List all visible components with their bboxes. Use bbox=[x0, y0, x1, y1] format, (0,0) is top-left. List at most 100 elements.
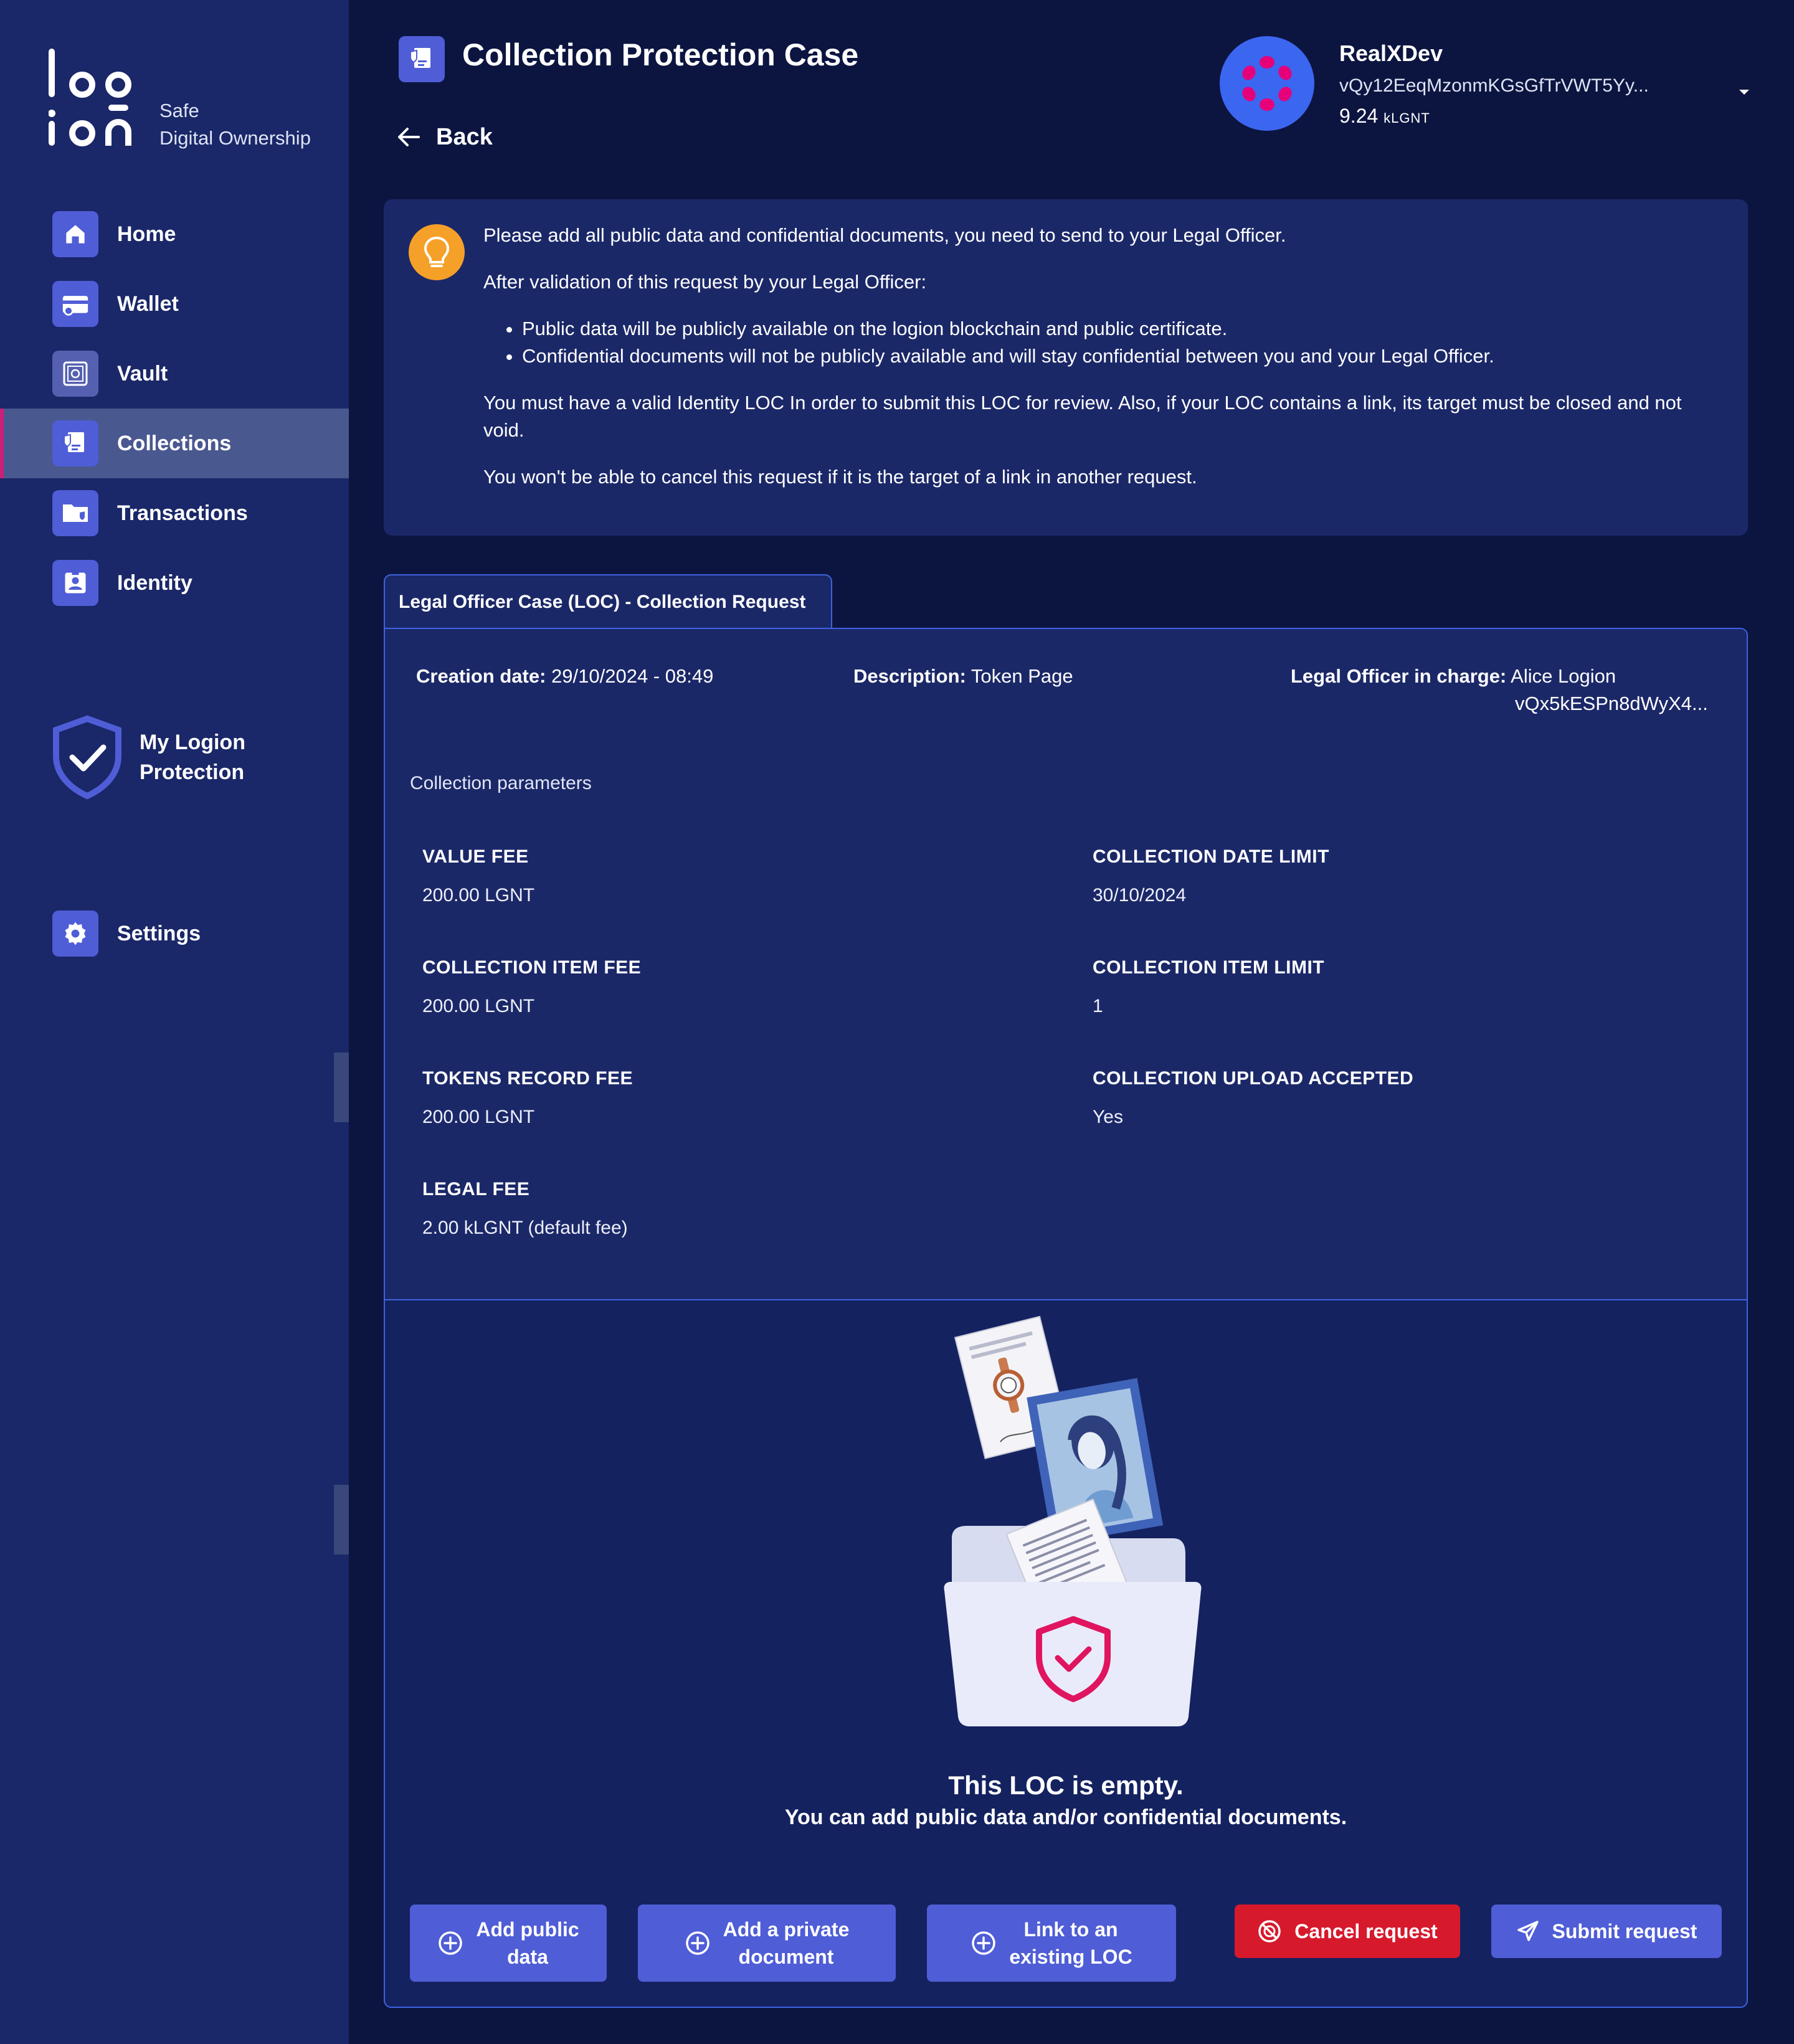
sidebar-scrollbar-thumb-lower[interactable] bbox=[334, 1485, 349, 1554]
sidebar-item-home[interactable]: Home bbox=[0, 199, 349, 269]
sidebar-item-settings[interactable]: Settings bbox=[0, 899, 349, 968]
info-paragraph: After validation of this request by your… bbox=[483, 271, 927, 293]
logo-tagline: Safe Digital Ownership bbox=[159, 97, 311, 152]
add-public-data-button[interactable]: Add public data bbox=[410, 1904, 607, 1982]
info-bullet: Confidential documents will not be publi… bbox=[522, 343, 1704, 370]
shield-check-icon bbox=[51, 715, 123, 803]
sidebar-item-label: Collections bbox=[117, 431, 232, 455]
my-logion-protection-link[interactable]: My Logion Protection bbox=[140, 727, 245, 787]
button-label: Link to an existing LOC bbox=[1009, 1916, 1132, 1971]
param-value: 1 bbox=[1093, 996, 1103, 1016]
arrow-left-icon bbox=[398, 128, 420, 146]
plus-circle-icon bbox=[685, 1931, 710, 1955]
collection-case-icon bbox=[399, 36, 445, 82]
protection-line2: Protection bbox=[140, 760, 245, 784]
button-label-line1: Add public bbox=[476, 1918, 579, 1941]
param-label: COLLECTION ITEM FEE bbox=[422, 957, 642, 978]
sidebar-item-label: Identity bbox=[117, 570, 192, 595]
description-value: Token Page bbox=[971, 665, 1073, 687]
button-label-line1: Link to an bbox=[1023, 1918, 1118, 1941]
empty-loc-subtitle: You can add public data and/or confident… bbox=[784, 1805, 1347, 1829]
description: Description: Token Page bbox=[853, 663, 1073, 690]
param-value: 2.00 kLGNT (default fee) bbox=[422, 1218, 628, 1238]
creation-date-value: 29/10/2024 - 08:49 bbox=[551, 665, 714, 687]
send-icon bbox=[1517, 1921, 1539, 1941]
button-label: Add public data bbox=[476, 1916, 579, 1971]
info-paragraph: You must have a valid Identity LOC In or… bbox=[483, 392, 1682, 441]
button-label-line2: data bbox=[507, 1946, 548, 1968]
back-button[interactable]: Back bbox=[396, 118, 493, 156]
empty-loc-title: This LOC is empty. bbox=[948, 1771, 1184, 1800]
param-label: VALUE FEE bbox=[422, 846, 529, 867]
plus-circle-icon bbox=[972, 1931, 996, 1955]
creation-date-label: Creation date: bbox=[416, 665, 546, 687]
info-bullet: Public data will be publicly available o… bbox=[522, 315, 1704, 343]
param-label: LEGAL FEE bbox=[422, 1179, 530, 1199]
sidebar-item-identity[interactable]: Identity bbox=[0, 548, 349, 618]
param-label: TOKENS RECORD FEE bbox=[422, 1068, 633, 1089]
legal-officer-name: Alice Logion bbox=[1511, 665, 1616, 687]
sidebar-item-transactions[interactable]: Transactions bbox=[0, 478, 349, 548]
back-label: Back bbox=[436, 123, 493, 150]
loc-meta: Creation date: 29/10/2024 - 08:49 Descri… bbox=[385, 629, 1747, 747]
sidebar-scrollbar-thumb[interactable] bbox=[334, 1053, 349, 1122]
creation-date: Creation date: 29/10/2024 - 08:49 bbox=[416, 663, 713, 690]
legal-officer-label: Legal Officer in charge: bbox=[1291, 665, 1507, 687]
tab-label: Legal Officer Case (LOC) - Collection Re… bbox=[399, 592, 806, 612]
param-label: COLLECTION UPLOAD ACCEPTED bbox=[1093, 1068, 1414, 1089]
param-label: COLLECTION ITEM LIMIT bbox=[1093, 957, 1325, 978]
wallet-icon bbox=[52, 281, 98, 327]
account-menu-chevron-down-icon[interactable] bbox=[1732, 80, 1757, 105]
button-label: Add a private document bbox=[723, 1916, 850, 1971]
info-text: Please add all public data and confident… bbox=[483, 222, 1704, 491]
sidebar-item-label: Vault bbox=[117, 361, 168, 386]
button-label: Cancel request bbox=[1294, 1920, 1438, 1942]
sidebar-item-collections[interactable]: Collections bbox=[0, 409, 349, 478]
section-title: Collection parameters bbox=[410, 773, 592, 793]
sidebar-item-label: Home bbox=[117, 222, 176, 246]
account-name: RealXDev bbox=[1339, 40, 1443, 66]
plus-circle-icon bbox=[439, 1931, 463, 1955]
cancel-circle-icon bbox=[1258, 1920, 1281, 1942]
add-private-document-button[interactable]: Add a private document bbox=[638, 1904, 896, 1982]
logion-logo[interactable] bbox=[48, 49, 136, 151]
logion-logo-mark bbox=[48, 49, 131, 146]
loc-card: Creation date: 29/10/2024 - 08:49 Descri… bbox=[384, 628, 1748, 2008]
legal-officer-address: vQx5kESPn8dWyX4... bbox=[1515, 693, 1708, 714]
button-label-line2: document bbox=[738, 1946, 834, 1968]
home-icon bbox=[52, 211, 98, 257]
button-label-line1: Add a private bbox=[723, 1918, 850, 1941]
link-existing-loc-button[interactable]: Link to an existing LOC bbox=[927, 1904, 1176, 1982]
sidebar-item-vault[interactable]: Vault bbox=[0, 339, 349, 409]
submit-request-button[interactable]: Submit request bbox=[1491, 1904, 1722, 1958]
sidebar-item-label: Transactions bbox=[117, 501, 248, 525]
account-balance: 9.24 kLGNT bbox=[1339, 102, 1430, 132]
cancel-request-button[interactable]: Cancel request bbox=[1235, 1904, 1460, 1958]
balance-unit: kLGNT bbox=[1383, 110, 1430, 126]
info-paragraph: You won't be able to cancel this request… bbox=[483, 466, 1197, 488]
param-value: 200.00 LGNT bbox=[422, 1107, 535, 1127]
lightbulb-icon bbox=[409, 224, 465, 280]
sidebar-item-wallet[interactable]: Wallet bbox=[0, 269, 349, 339]
protection-line1: My Logion bbox=[140, 731, 245, 754]
param-value: 30/10/2024 bbox=[1093, 885, 1187, 906]
param-value: 200.00 LGNT bbox=[422, 885, 535, 906]
legal-officer: Legal Officer in charge: Alice Logion vQ… bbox=[1291, 663, 1708, 717]
tab-loc-collection-request[interactable]: Legal Officer Case (LOC) - Collection Re… bbox=[384, 574, 832, 629]
identity-icon bbox=[52, 560, 98, 606]
param-value: 200.00 LGNT bbox=[422, 996, 535, 1016]
description-label: Description: bbox=[853, 665, 966, 687]
tagline-line2: Digital Ownership bbox=[159, 127, 311, 149]
gear-icon bbox=[52, 911, 98, 957]
page-title: Collection Protection Case bbox=[462, 37, 859, 72]
tagline-line1: Safe bbox=[159, 100, 199, 121]
button-label-line2: existing LOC bbox=[1009, 1946, 1132, 1968]
sidebar: Safe Digital Ownership Home Wallet Vault… bbox=[0, 0, 349, 2044]
collection-parameters: Collection parameters VALUE FEE 200.00 L… bbox=[385, 746, 1747, 1300]
vault-icon bbox=[52, 351, 98, 397]
account-address: vQy12EeqMzonmKGsGfTrVWT5Yy... bbox=[1339, 75, 1649, 96]
empty-loc-illustration bbox=[933, 1314, 1245, 1753]
balance-value: 9.24 bbox=[1339, 105, 1379, 127]
transactions-icon bbox=[52, 490, 98, 536]
account-avatar[interactable] bbox=[1220, 36, 1314, 131]
